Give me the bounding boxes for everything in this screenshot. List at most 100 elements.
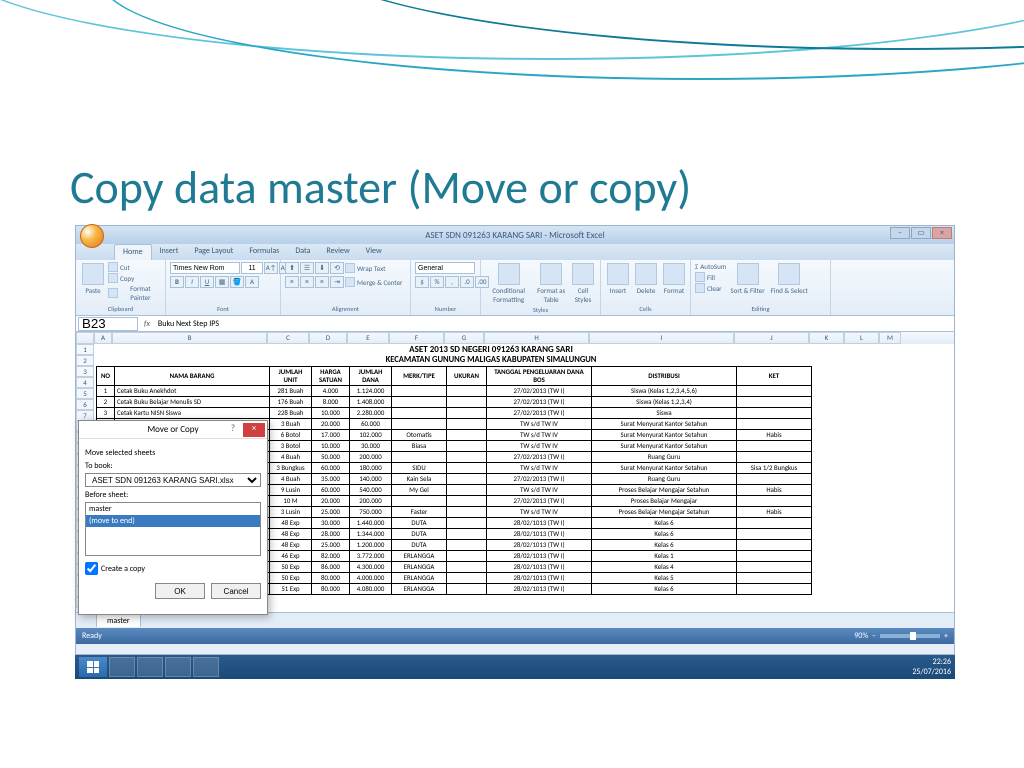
format-cells-button[interactable]: Format: [661, 262, 687, 296]
row-header[interactable]: 1: [76, 344, 94, 355]
office-button[interactable]: [80, 224, 104, 248]
before-sheet-list[interactable]: master (move to end): [85, 502, 261, 556]
tab-data[interactable]: Data: [287, 244, 318, 260]
col-header[interactable]: D: [309, 332, 347, 344]
conditional-formatting-button[interactable]: Conditional Formatting: [485, 262, 532, 305]
delete-cells-button[interactable]: Delete: [633, 262, 659, 296]
align-left-button[interactable]: ≡: [285, 276, 299, 288]
comma-button[interactable]: ,: [445, 276, 459, 288]
currency-button[interactable]: $: [415, 276, 429, 288]
zoom-out-button[interactable]: –: [872, 631, 876, 641]
col-header[interactable]: M: [879, 332, 901, 344]
paste-button[interactable]: Paste: [80, 262, 106, 296]
increase-decimal-button[interactable]: .0: [460, 276, 474, 288]
clock-time: 22:26: [912, 657, 951, 667]
autosum-button[interactable]: ΣAutoSum: [695, 262, 726, 271]
cell-styles-button[interactable]: Cell Styles: [570, 262, 596, 305]
col-header[interactable]: B: [112, 332, 267, 344]
grow-font-button[interactable]: A↑: [264, 262, 278, 274]
start-button[interactable]: [79, 657, 107, 677]
row-header[interactable]: 5: [76, 388, 94, 399]
percent-button[interactable]: %: [430, 276, 444, 288]
col-header[interactable]: F: [389, 332, 444, 344]
font-name-select[interactable]: [170, 262, 240, 274]
tab-formulas[interactable]: Formulas: [241, 244, 287, 260]
align-right-button[interactable]: ≡: [315, 276, 329, 288]
select-all-corner[interactable]: [76, 332, 94, 344]
align-center-button[interactable]: ≡: [300, 276, 314, 288]
align-top-button[interactable]: ⬆: [285, 262, 299, 274]
align-bottom-button[interactable]: ⬇: [315, 262, 329, 274]
tab-view[interactable]: View: [358, 244, 390, 260]
name-box[interactable]: [78, 317, 138, 331]
border-button[interactable]: ▦: [215, 276, 229, 288]
zoom-in-button[interactable]: +: [944, 631, 948, 641]
orientation-button[interactable]: ⟲: [330, 262, 344, 274]
row-header[interactable]: 2: [76, 355, 94, 366]
col-header[interactable]: K: [809, 332, 844, 344]
taskbar-explorer-icon[interactable]: [137, 657, 163, 677]
titlebar: ASET SDN 091263 KARANG SARI - Microsoft …: [76, 226, 954, 244]
row-header[interactable]: 3: [76, 366, 94, 377]
col-header[interactable]: I: [589, 332, 734, 344]
col-header[interactable]: G: [444, 332, 484, 344]
dialog-help-button[interactable]: ?: [225, 423, 241, 437]
formula-input[interactable]: Buku Next Step IPS: [154, 319, 954, 329]
cancel-button[interactable]: Cancel: [211, 583, 261, 599]
fill-color-button[interactable]: 🪣: [230, 276, 244, 288]
zoom-slider[interactable]: [880, 634, 940, 638]
sort-filter-button[interactable]: Sort & Filter: [728, 262, 766, 296]
font-color-button[interactable]: A: [245, 276, 259, 288]
close-button[interactable]: ×: [932, 227, 952, 239]
taskbar-powerpoint-icon[interactable]: [165, 657, 191, 677]
list-item-master[interactable]: master: [86, 503, 260, 515]
col-header[interactable]: L: [844, 332, 879, 344]
taskbar-chrome-icon[interactable]: [109, 657, 135, 677]
format-as-table-button[interactable]: Format as Table: [534, 262, 568, 305]
align-middle-button[interactable]: ☰: [300, 262, 314, 274]
italic-button[interactable]: I: [185, 276, 199, 288]
group-alignment: Alignment: [285, 304, 406, 313]
row-header[interactable]: 6: [76, 399, 94, 410]
fx-icon[interactable]: fx: [140, 319, 154, 329]
tab-insert[interactable]: Insert: [152, 244, 187, 260]
cut-button[interactable]: Cut: [108, 262, 130, 272]
list-item-move-to-end[interactable]: (move to end): [86, 515, 260, 527]
ribbon-tabs: Home Insert Page Layout Formulas Data Re…: [76, 244, 954, 260]
col-header[interactable]: E: [347, 332, 389, 344]
minimize-button[interactable]: –: [890, 227, 910, 239]
status-bar: Ready 90% – +: [76, 628, 954, 644]
sheet-tab-master[interactable]: master: [96, 614, 141, 627]
insert-cells-button[interactable]: Insert: [605, 262, 631, 296]
underline-button[interactable]: U: [200, 276, 214, 288]
copy-button[interactable]: Copy: [108, 273, 134, 283]
dialog-close-button[interactable]: ×: [243, 423, 265, 437]
col-header[interactable]: A: [94, 332, 112, 344]
taskbar-excel-icon[interactable]: [193, 657, 219, 677]
col-header[interactable]: J: [734, 332, 809, 344]
ok-button[interactable]: OK: [155, 583, 205, 599]
tab-page-layout[interactable]: Page Layout: [186, 244, 241, 260]
number-format-select[interactable]: [415, 262, 475, 274]
group-clipboard: Clipboard: [80, 304, 161, 313]
find-select-button[interactable]: Find & Select: [769, 262, 810, 296]
zoom-level[interactable]: 90%: [854, 631, 868, 641]
col-header[interactable]: C: [267, 332, 309, 344]
wrap-text-button[interactable]: Wrap Text: [345, 262, 386, 274]
clear-button[interactable]: Clear: [695, 283, 722, 293]
tab-home[interactable]: Home: [114, 244, 152, 260]
system-tray[interactable]: 22:26 25/07/2016: [912, 657, 951, 677]
bold-button[interactable]: B: [170, 276, 184, 288]
to-book-select[interactable]: ASET SDN 091263 KARANG SARI.xlsx: [85, 473, 261, 487]
font-size-select[interactable]: [241, 262, 263, 274]
create-copy-checkbox[interactable]: Create a copy: [85, 562, 261, 575]
tab-review[interactable]: Review: [318, 244, 357, 260]
merge-center-button[interactable]: Merge & Center: [345, 276, 403, 288]
row-header[interactable]: 4: [76, 377, 94, 388]
slide-decoration: [0, 0, 1024, 150]
format-painter-button[interactable]: Format Painter: [108, 284, 161, 302]
indent-button[interactable]: ⇥: [330, 276, 344, 288]
fill-button[interactable]: Fill: [695, 272, 715, 282]
col-header[interactable]: H: [484, 332, 589, 344]
maximize-button[interactable]: ▭: [911, 227, 931, 239]
